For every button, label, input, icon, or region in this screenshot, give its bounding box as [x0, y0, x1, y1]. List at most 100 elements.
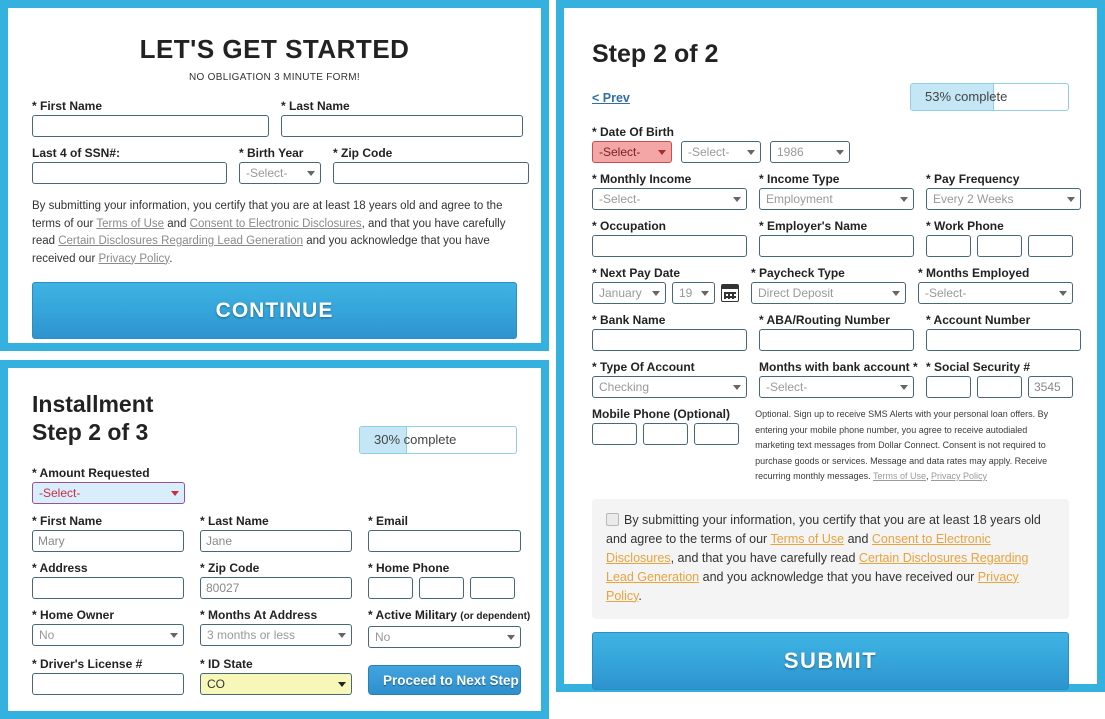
- active-military-label: * Active Military (or dependent): [368, 608, 530, 624]
- chevron-down-icon: [1059, 291, 1067, 296]
- zip-code-label: * Zip Code: [333, 146, 393, 160]
- email-input[interactable]: [368, 530, 521, 552]
- home-phone-area-input[interactable]: [368, 577, 413, 599]
- chevron-down-icon: [307, 171, 315, 176]
- drivers-license-label: * Driver's License #: [32, 657, 143, 671]
- pay-frequency-select[interactable]: Every 2 Weeks: [926, 188, 1081, 210]
- months-at-address-select[interactable]: 3 months or less: [200, 624, 352, 646]
- page-title: LET'S GET STARTED: [139, 34, 410, 64]
- employer-name-input[interactable]: [759, 235, 914, 257]
- chevron-down-icon: [658, 150, 666, 155]
- work-phone-prefix-input[interactable]: [977, 235, 1022, 257]
- active-military-select[interactable]: No: [368, 626, 521, 648]
- work-phone-line-input[interactable]: [1028, 235, 1073, 257]
- first-name-input[interactable]: [32, 115, 269, 137]
- monthly-income-select[interactable]: -Select-: [592, 188, 747, 210]
- active-military-value: No: [375, 630, 391, 644]
- social-security-group: [926, 376, 1073, 398]
- zip-code-input[interactable]: [333, 162, 529, 184]
- next-pay-day-select[interactable]: 19: [672, 282, 715, 304]
- sms-terms-of-use-link[interactable]: Terms of Use: [873, 471, 926, 481]
- aba-routing-number-input[interactable]: [759, 329, 914, 351]
- mobile-phone-area-input[interactable]: [592, 423, 637, 445]
- type-of-account-value: Checking: [599, 380, 650, 394]
- sms-privacy-policy-link[interactable]: Privacy Policy: [931, 471, 987, 481]
- prev-link[interactable]: < Prev: [592, 91, 630, 105]
- chevron-down-icon: [900, 197, 908, 202]
- consent-checkbox[interactable]: [606, 512, 619, 526]
- consent-electronic-disclosures-link[interactable]: Consent to Electronic Disclosures: [190, 218, 362, 230]
- home-owner-label: * Home Owner: [32, 608, 115, 622]
- occupation-input[interactable]: [592, 235, 747, 257]
- dob-day-value: -Select-: [688, 145, 730, 159]
- terms-of-use-link[interactable]: Terms of Use: [770, 532, 844, 546]
- home-owner-select[interactable]: No: [32, 624, 184, 646]
- proceed-to-next-step-button[interactable]: Proceed to Next Step: [368, 665, 521, 695]
- home-phone-line-input[interactable]: [470, 577, 515, 599]
- drivers-license-input[interactable]: [32, 673, 184, 695]
- pay-frequency-value: Every 2 Weeks: [933, 192, 1014, 206]
- last-name-input[interactable]: [281, 115, 523, 137]
- step2-title: Step 2 of 2: [592, 40, 719, 68]
- privacy-policy-link[interactable]: Privacy Policy: [98, 253, 169, 265]
- installment-title-line2: Step 2 of 3: [32, 419, 149, 445]
- legal-disclaimer: By submitting your information, you cert…: [32, 198, 517, 268]
- lead-generation-disclosures-link[interactable]: Certain Disclosures Regarding Lead Gener…: [58, 235, 303, 247]
- dob-day-select[interactable]: -Select-: [681, 141, 761, 163]
- chevron-down-icon: [733, 197, 741, 202]
- last-name-input[interactable]: [200, 530, 352, 552]
- ssn-last4-input[interactable]: [32, 162, 227, 184]
- lets-get-started-body: LET'S GET STARTED NO OBLIGATION 3 MINUTE…: [8, 8, 541, 343]
- home-phone-prefix-input[interactable]: [419, 577, 464, 599]
- first-name-label: * First Name: [32, 99, 103, 113]
- id-state-select[interactable]: CO: [200, 673, 352, 695]
- months-at-address-value: 3 months or less: [207, 628, 296, 642]
- submit-button[interactable]: SUBMIT: [592, 631, 1069, 690]
- dob-year-select[interactable]: 1986: [770, 141, 850, 163]
- ssn-part3-input[interactable]: [1028, 376, 1073, 398]
- active-military-label-sub: (or dependent): [460, 611, 531, 622]
- income-type-select[interactable]: Employment: [759, 188, 914, 210]
- bank-name-input[interactable]: [592, 329, 747, 351]
- terms-of-use-link[interactable]: Terms of Use: [96, 218, 164, 230]
- dob-year-value: 1986: [777, 145, 804, 159]
- work-phone-group: [926, 235, 1073, 257]
- disclaimer-text-5: .: [169, 252, 173, 265]
- next-pay-date-group: January 19: [592, 282, 739, 304]
- ssn-part2-input[interactable]: [977, 376, 1022, 398]
- mobile-phone-line-input[interactable]: [694, 423, 739, 445]
- work-phone-area-input[interactable]: [926, 235, 971, 257]
- mobile-phone-prefix-input[interactable]: [643, 423, 688, 445]
- account-number-input[interactable]: [926, 329, 1081, 351]
- home-phone-group: [368, 577, 517, 599]
- social-security-label: * Social Security #: [926, 360, 1031, 374]
- months-with-bank-account-select[interactable]: -Select-: [759, 376, 914, 398]
- installment-body: Installment Step 2 of 3 30% complete * A…: [8, 368, 541, 711]
- chevron-down-icon: [338, 682, 346, 687]
- consent-box: By submitting your information, you cert…: [592, 498, 1069, 619]
- type-of-account-select[interactable]: Checking: [592, 376, 747, 398]
- id-state-label: * ID State: [200, 657, 253, 671]
- calendar-icon[interactable]: [721, 284, 739, 302]
- birth-year-select[interactable]: -Select-: [239, 162, 321, 184]
- months-with-bank-account-label: Months with bank account *: [759, 360, 918, 374]
- consent-text: By submitting your information, you cert…: [606, 511, 1055, 606]
- home-phone-label: * Home Phone: [368, 561, 450, 575]
- amount-requested-select[interactable]: -Select-: [32, 482, 185, 504]
- first-name-label: * First Name: [32, 514, 103, 528]
- first-name-input[interactable]: [32, 530, 184, 552]
- zip-code-input[interactable]: [200, 577, 352, 599]
- chevron-down-icon: [836, 150, 844, 155]
- dob-month-select[interactable]: -Select-: [592, 141, 672, 163]
- consent-text-4: and you acknowledge that you have receiv…: [699, 569, 978, 584]
- next-pay-month-select[interactable]: January: [592, 282, 666, 304]
- sms-disclaimer: Optional. Sign up to receive SMS Alerts …: [755, 407, 1069, 485]
- ssn-last4-label: Last 4 of SSN#:: [32, 146, 121, 160]
- months-employed-select[interactable]: -Select-: [918, 282, 1073, 304]
- ssn-part1-input[interactable]: [926, 376, 971, 398]
- paycheck-type-select[interactable]: Direct Deposit: [751, 282, 906, 304]
- continue-button[interactable]: CONTINUE: [32, 282, 517, 339]
- address-input[interactable]: [32, 577, 184, 599]
- chevron-down-icon: [747, 150, 755, 155]
- email-label: * Email: [368, 514, 409, 528]
